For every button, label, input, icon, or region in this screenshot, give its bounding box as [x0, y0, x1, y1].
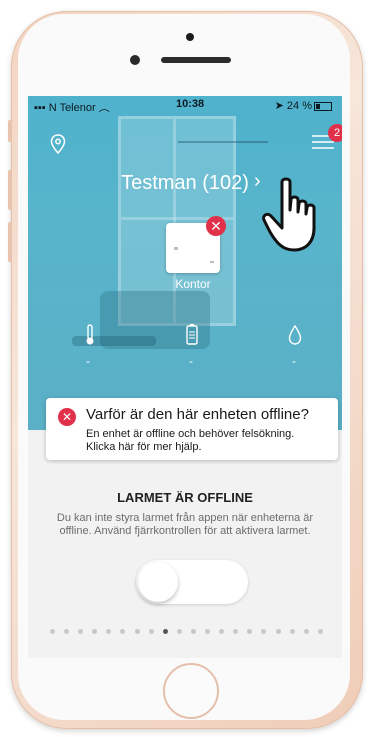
- device-label: Kontor: [175, 277, 211, 291]
- pointing-hand-icon: [262, 177, 316, 252]
- battery-status: ➤ 24 %: [275, 99, 332, 112]
- page-dot[interactable]: [106, 629, 112, 634]
- signal-icon: ▪▪▪: [34, 102, 49, 114]
- humidity-drop-icon: [288, 324, 302, 345]
- tooltip-title: Varför är den här enheten offline?: [86, 406, 309, 423]
- page-dot[interactable]: [134, 629, 140, 634]
- alarm-status-heading: LARMET ÄR OFFLINE: [117, 490, 253, 505]
- page-dot[interactable]: [247, 629, 253, 634]
- offline-help-tooltip[interactable]: ✕ Varför är den här enheten offline? En …: [46, 398, 338, 460]
- device-offline-icon[interactable]: ✕: [206, 216, 226, 236]
- page-dot[interactable]: [261, 629, 267, 634]
- tooltip-line-1: En enhet är offline och behöver felsökni…: [86, 428, 295, 440]
- clock: 10:38: [176, 98, 205, 110]
- earpiece-speaker: [161, 57, 231, 63]
- page-dot[interactable]: [219, 629, 225, 634]
- thermometer-icon: [86, 324, 94, 345]
- volume-up-button: [8, 170, 12, 210]
- error-x-icon: ✕: [58, 408, 76, 426]
- temperature-value: -: [86, 354, 90, 368]
- volume-down-button: [8, 222, 12, 262]
- location-pin-icon[interactable]: [50, 134, 66, 154]
- page-dot[interactable]: [317, 629, 323, 634]
- page-dot[interactable]: [303, 629, 309, 634]
- proximity-sensor: [130, 55, 140, 65]
- page-dot[interactable]: [64, 629, 70, 634]
- page-dot[interactable]: [50, 629, 55, 634]
- wifi-icon: ︵: [98, 102, 110, 114]
- alarm-toggle-knob[interactable]: [138, 562, 178, 602]
- page-dot[interactable]: [233, 629, 239, 634]
- alarm-status-description: Du kan inte styra larmet från appen när …: [56, 512, 314, 537]
- page-dot[interactable]: [148, 629, 154, 634]
- tooltip-body: En enhet är offline och behöver felsökni…: [86, 428, 332, 454]
- humidity-value: -: [292, 354, 296, 368]
- battery-icon: [186, 324, 198, 345]
- front-camera: [186, 33, 194, 41]
- battery-value: -: [189, 354, 193, 368]
- page-dot[interactable]: [289, 629, 295, 634]
- status-bar: ▪▪▪ N Telenor ︵ 10:38 ➤ 24 %: [28, 96, 342, 114]
- notification-badge[interactable]: 2: [328, 124, 342, 142]
- location-arrow-icon: ➤: [274, 100, 287, 112]
- page-dot[interactable]: [92, 629, 98, 634]
- home-button[interactable]: [163, 663, 219, 719]
- ceiling-lamp: [178, 141, 268, 143]
- room-hero-image: ▪▪▪ N Telenor ︵ 10:38 ➤ 24 % 2 Testman (…: [28, 96, 342, 430]
- page-dot[interactable]: [205, 629, 211, 634]
- tooltip-line-2: Klicka här för mer hjälp.: [86, 441, 202, 453]
- app-screen: ▪▪▪ N Telenor ︵ 10:38 ➤ 24 % 2 Testman (…: [28, 96, 342, 658]
- battery-icon: [314, 101, 332, 111]
- side-button: [8, 120, 12, 142]
- carrier-label: ▪▪▪ N Telenor ︵: [34, 102, 110, 114]
- page-dot[interactable]: [176, 629, 182, 634]
- page-dot[interactable]: [275, 629, 281, 634]
- page-indicator[interactable]: [50, 629, 332, 635]
- page-dot[interactable]: [162, 629, 168, 634]
- page-dot[interactable]: [78, 629, 84, 634]
- page-dot[interactable]: [120, 629, 126, 634]
- page-dot[interactable]: [190, 629, 196, 634]
